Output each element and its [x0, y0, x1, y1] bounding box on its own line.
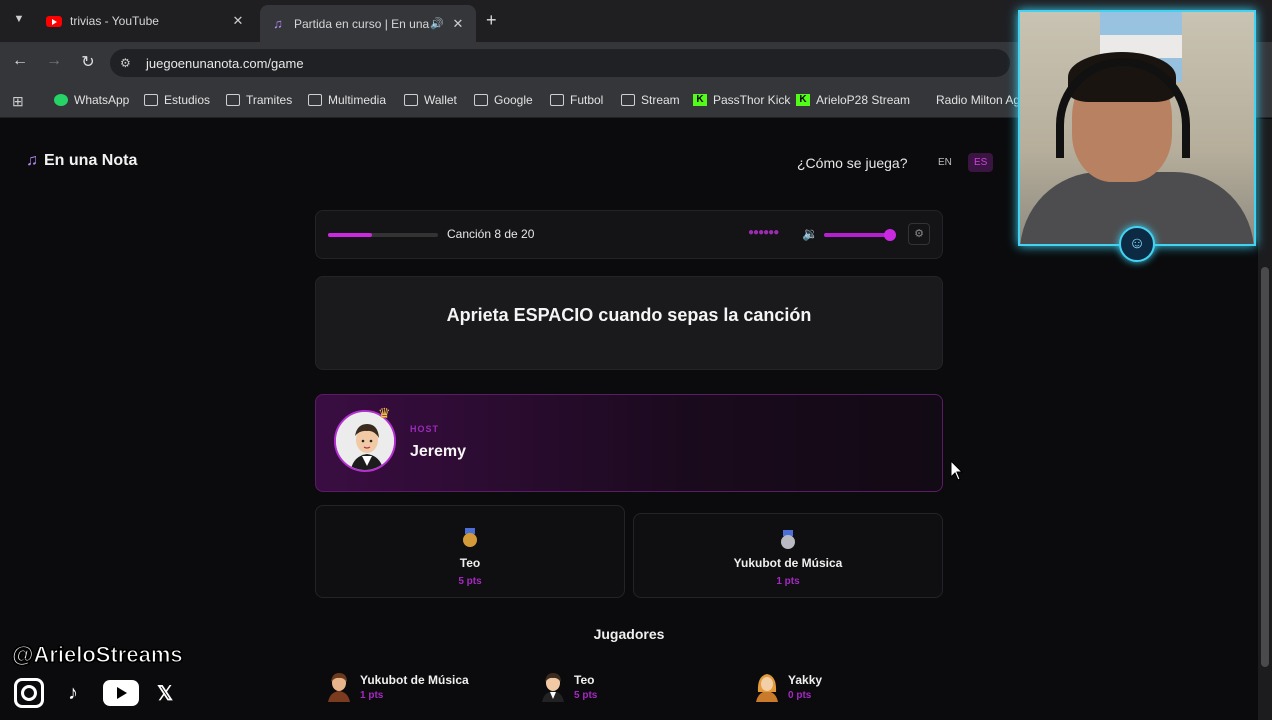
song-progress-fill — [328, 233, 372, 237]
youtube-icon — [102, 678, 140, 708]
tiktok-icon: ♪ — [68, 681, 78, 704]
mouse-cursor-icon — [950, 460, 964, 481]
player-points: 1 pts — [360, 690, 384, 701]
kick-icon: K — [796, 94, 810, 106]
site-logo[interactable]: ♫ En una Nota — [26, 152, 137, 170]
player-name: Yakky — [788, 673, 823, 687]
webcam-overlay — [1018, 10, 1256, 246]
audio-indicator-icon: ●●●●●● — [748, 227, 779, 238]
host-label: HOST — [410, 424, 440, 434]
song-progress-card: Canción 8 de 20 ●●●●●● 🔉 ⚙ — [315, 210, 943, 259]
new-tab-button[interactable]: + — [486, 10, 497, 31]
how-to-play-link[interactable]: ¿Cómo se juega? — [797, 155, 908, 171]
players-heading: Jugadores — [593, 626, 665, 642]
player-points: 0 pts — [788, 690, 812, 701]
close-tab-icon[interactable]: ✕ — [448, 16, 468, 32]
lang-en-button[interactable]: EN — [932, 153, 958, 172]
forward-icon[interactable]: → — [42, 52, 66, 74]
bookmark-multimedia[interactable]: Multimedia — [308, 93, 386, 107]
url-text: juegoenunanota.com/game — [146, 55, 304, 71]
volume-fill — [824, 233, 887, 237]
crown-icon: ♛ — [378, 405, 391, 421]
whatsapp-icon — [54, 94, 68, 106]
music-note-icon: ♫ — [26, 152, 38, 169]
leaderboard-card-2: Yukubot de Música 1 pts — [633, 513, 943, 598]
silver-medal-icon — [780, 530, 796, 549]
music-note-icon: ♫ — [273, 16, 283, 31]
prompt-text: Aprieta ESPACIO cuando sepas la canción — [446, 304, 812, 325]
bookmark-stream[interactable]: Stream — [621, 93, 680, 107]
bookmark-wallet[interactable]: Wallet — [404, 93, 457, 107]
speaker-icon[interactable]: 🔊 — [430, 17, 444, 30]
streamer-logo-icon: ☺ — [1119, 226, 1155, 262]
kick-icon: K — [693, 94, 707, 106]
scroll-thumb[interactable] — [1261, 267, 1269, 667]
song-progress-bar — [328, 233, 438, 237]
player-item: Yukubot de Música 1 pts — [316, 664, 506, 710]
tab-search-icon[interactable]: ▼ — [8, 8, 30, 30]
bookmark-google[interactable]: Google — [474, 93, 533, 107]
folder-icon — [404, 94, 418, 106]
url-field[interactable]: ⚙ juegoenunanota.com/game — [110, 49, 1010, 77]
player-avatar — [328, 673, 350, 702]
player-avatar — [542, 673, 564, 702]
volume-slider-knob[interactable] — [884, 229, 896, 241]
song-counter: Canción 8 de 20 — [447, 227, 535, 241]
tab-youtube[interactable]: trivias - YouTube ✕ — [36, 6, 256, 36]
x-icon: 𝕏 — [156, 682, 174, 705]
player-avatar — [756, 674, 778, 702]
leaderboard-name: Yukubot de Música — [733, 556, 843, 570]
volume-icon[interactable]: 🔉 — [802, 226, 818, 242]
player-points: 5 pts — [574, 690, 598, 701]
folder-icon — [226, 94, 240, 106]
close-tab-icon[interactable]: ✕ — [228, 13, 248, 29]
page-scrollbar[interactable] — [1258, 119, 1272, 720]
folder-icon — [144, 94, 158, 106]
player-name: Yukubot de Música — [360, 673, 469, 687]
back-icon[interactable]: ← — [8, 52, 32, 74]
bookmark-radio-milton[interactable]: Radio Milton Ag — [936, 93, 1020, 107]
instagram-icon — [14, 678, 44, 708]
folder-icon — [621, 94, 635, 106]
bronze-medal-icon — [462, 528, 478, 547]
settings-gear-icon[interactable]: ⚙ — [908, 223, 930, 245]
bookmark-estudios[interactable]: Estudios — [144, 93, 210, 107]
bookmark-tramites[interactable]: Tramites — [226, 93, 292, 107]
bookmark-passthor-kick[interactable]: K PassThor Kick — [693, 93, 790, 107]
tab-game[interactable]: ♫ Partida en curso | En una Nota 🔊 ✕ — [260, 5, 476, 42]
bookmark-ariello-stream[interactable]: K ArieloP28 Stream — [796, 93, 910, 107]
leaderboard-points: 1 pts — [776, 576, 800, 587]
player-item: Yakky 0 pts — [744, 664, 934, 710]
stream-handle: @ArieloStreams — [12, 642, 184, 668]
apps-grid-icon[interactable]: ⊞ — [12, 93, 24, 110]
site-info-icon[interactable]: ⚙ — [120, 56, 138, 70]
leaderboard-name: Teo — [459, 556, 481, 570]
tab-title: trivias - YouTube — [70, 14, 159, 28]
host-card: ♛ HOST Jeremy — [315, 394, 943, 492]
leaderboard-card-1: Teo 5 pts — [315, 505, 625, 598]
folder-icon — [550, 94, 564, 106]
player-name: Teo — [574, 673, 595, 687]
host-name: Jeremy — [410, 443, 467, 460]
reload-icon[interactable]: ↻ — [76, 52, 100, 74]
tab-title: Partida en curso | En una Nota — [294, 16, 430, 31]
folder-icon — [308, 94, 322, 106]
prompt-card: Aprieta ESPACIO cuando sepas la canción — [315, 276, 943, 370]
bookmark-whatsapp[interactable]: WhatsApp — [54, 93, 129, 107]
bookmark-futbol[interactable]: Futbol — [550, 93, 603, 107]
leaderboard-points: 5 pts — [458, 576, 482, 587]
folder-icon — [474, 94, 488, 106]
youtube-icon — [46, 13, 62, 29]
lang-es-button[interactable]: ES — [968, 153, 994, 172]
player-item: Teo 5 pts — [530, 664, 720, 710]
